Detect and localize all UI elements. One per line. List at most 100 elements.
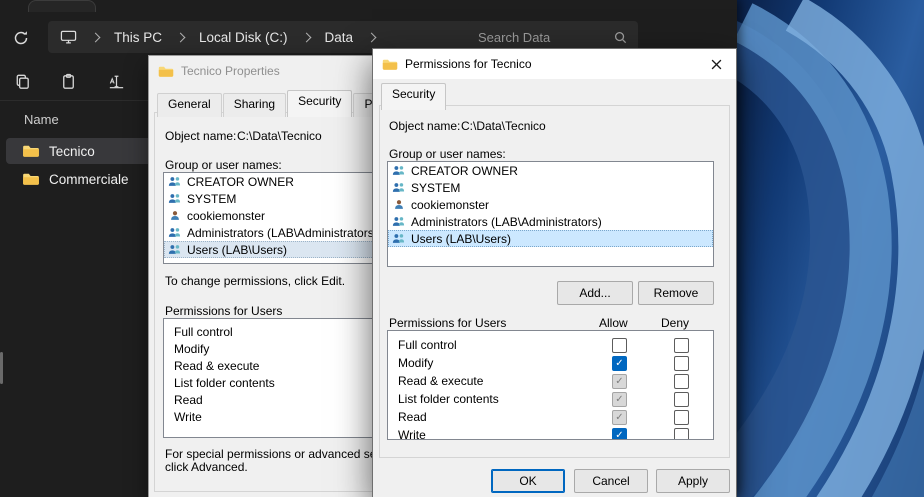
object-name-label: Object name: [165,129,236,143]
group-item-system[interactable]: SYSTEM [388,179,713,196]
deny-checkbox-write[interactable] [674,428,689,440]
group-item-users[interactable]: Users (LAB\Users) [388,230,713,247]
group-item-label: cookiemonster [411,198,489,212]
permission-label: List folder contents [398,392,499,406]
permission-label: Write [174,410,202,424]
file-row-commerciale[interactable]: Commerciale [6,166,168,192]
allow-checkbox-full-control[interactable] [612,338,627,353]
allow-checkbox-read[interactable] [612,410,627,425]
apply-button[interactable]: Apply [656,469,730,493]
cancel-button[interactable]: Cancel [574,469,648,493]
permission-label: Read & execute [398,374,483,388]
permission-item[interactable]: Write [164,408,380,425]
chevron-right-icon[interactable] [301,33,311,43]
dialog-title: Tecnico Properties [181,64,280,78]
properties-dialog: Tecnico Properties General Sharing Secur… [148,55,380,497]
folder-icon [22,144,40,158]
permission-item[interactable]: List folder contents [164,374,380,391]
add-button[interactable]: Add... [557,281,633,305]
permission-row-write: Write [388,426,713,440]
group-item-label: cookiemonster [187,209,265,223]
group-item-cookiemonster[interactable]: cookiemonster [164,207,380,224]
group-item-label: CREATOR OWNER [411,164,518,178]
properties-dialog-titlebar: Tecnico Properties [149,56,379,86]
permission-label: Full control [174,325,233,339]
copy-button[interactable] [8,67,36,95]
group-names-label: Group or user names: [165,158,282,172]
ok-button[interactable]: OK [491,469,565,493]
permission-item[interactable]: Full control [164,323,380,340]
deny-checkbox-list-folder-contents[interactable] [674,392,689,407]
copy-icon [13,72,32,91]
allow-checkbox-write[interactable] [612,428,627,440]
allow-column-label: Allow [599,316,628,330]
permission-row-list-folder-contents: List folder contents [388,390,713,408]
breadcrumb-item-data[interactable]: Data [325,30,354,45]
breadcrumb-item-this-pc[interactable]: This PC [114,30,162,45]
chevron-right-icon[interactable] [91,33,101,43]
users-icon [168,244,182,255]
permission-item[interactable]: Modify [164,340,380,357]
permission-row-full-control: Full control [388,336,713,354]
group-item-creator-owner[interactable]: CREATOR OWNER [164,173,380,190]
tab-general[interactable]: General [157,93,222,117]
paste-button[interactable] [54,67,82,95]
permission-label: List folder contents [174,376,275,390]
scrollbar-thumb[interactable] [0,352,3,384]
tab-sharing[interactable]: Sharing [223,93,286,117]
permission-label: Write [398,428,426,440]
folder-icon [382,58,398,71]
object-name-value: C:\Data\Tecnico [461,119,546,133]
allow-checkbox-list-folder-contents[interactable] [612,392,627,407]
group-item-administrators[interactable]: Administrators (LAB\Administrators) [164,224,380,241]
tab-security[interactable]: Security [381,83,446,110]
deny-checkbox-read[interactable] [674,410,689,425]
user-icon [168,210,182,221]
remove-button[interactable]: Remove [638,281,714,305]
group-item-label: SYSTEM [187,192,236,206]
group-item-creator-owner[interactable]: CREATOR OWNER [388,162,713,179]
permission-row-read-execute: Read & execute [388,372,713,390]
search-placeholder: Search Data [478,30,550,45]
permissions-list: Full control Modify Read & execute List … [163,318,380,438]
folder-icon [158,65,174,78]
tab-security[interactable]: Security [287,90,352,117]
refresh-icon [12,29,30,47]
object-name-value: C:\Data\Tecnico [237,129,322,143]
file-name: Tecnico [49,144,95,159]
users-icon [392,233,406,244]
permission-item[interactable]: Read [164,391,380,408]
deny-checkbox-read-execute[interactable] [674,374,689,389]
deny-checkbox-full-control[interactable] [674,338,689,353]
column-header-name[interactable]: Name [24,112,59,127]
close-button[interactable] [700,52,732,76]
explorer-tab[interactable] [28,0,96,12]
group-item-label: SYSTEM [411,181,460,195]
advanced-hint-line2: click Advanced. [165,460,248,474]
permission-row-read: Read [388,408,713,426]
permission-item[interactable]: Read & execute [164,357,380,374]
allow-checkbox-modify[interactable] [612,356,627,371]
permission-label: Modify [398,356,433,370]
folder-icon [22,172,40,186]
file-row-tecnico[interactable]: Tecnico [6,138,168,164]
group-item-administrators[interactable]: Administrators (LAB\Administrators) [388,213,713,230]
permissions-for-users-label: Permissions for Users [389,316,506,330]
group-item-system[interactable]: SYSTEM [164,190,380,207]
permission-label: Full control [398,338,457,352]
group-item-cookiemonster[interactable]: cookiemonster [388,196,713,213]
chevron-right-icon[interactable] [367,33,377,43]
refresh-button[interactable] [8,25,34,51]
deny-column-label: Deny [661,316,689,330]
desktop-wallpaper [735,0,924,497]
group-names-label: Group or user names: [389,147,506,161]
deny-checkbox-modify[interactable] [674,356,689,371]
bloom-graphic [735,0,924,497]
allow-checkbox-read-execute[interactable] [612,374,627,389]
users-icon [392,182,406,193]
group-item-users[interactable]: Users (LAB\Users) [164,241,380,258]
rename-button[interactable] [102,67,130,95]
chevron-right-icon[interactable] [176,33,186,43]
breadcrumb-item-local-disk[interactable]: Local Disk (C:) [199,30,288,45]
users-icon [392,216,406,227]
